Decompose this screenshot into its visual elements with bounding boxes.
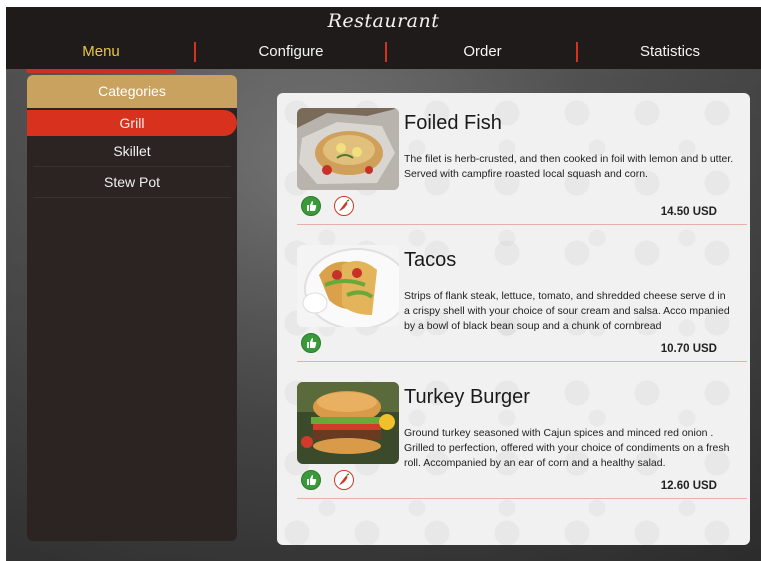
menu-item-price: 12.60 USD [660, 480, 717, 492]
menu-item-icons [301, 196, 363, 218]
tab-order[interactable]: Order [386, 35, 579, 69]
active-tab-indicator [26, 69, 176, 73]
tab-divider [576, 42, 578, 62]
foiled-fish-image [297, 108, 399, 190]
tab-statistics[interactable]: Statistics [579, 35, 761, 69]
tacos-image [297, 245, 399, 327]
category-item-stew-pot[interactable]: Stew Pot [33, 167, 231, 198]
menu-item-icons [301, 470, 363, 492]
menu-item-price: 14.50 USD [660, 206, 717, 218]
menu-item-description: Strips of flank steak, lettuce, tomato, … [404, 290, 730, 332]
title-bar: Restaurant [6, 7, 761, 35]
menu-item-price: 10.70 USD [660, 343, 717, 355]
menu-item-icons [301, 333, 330, 355]
category-sidebar: Categories Grill Skillet Stew Pot [27, 75, 237, 541]
categories-header: Categories [27, 75, 237, 108]
menu-item-description: The filet is herb-crusted, and then cook… [404, 153, 734, 180]
item-separator [297, 361, 747, 362]
menu-item-name: Tacos [404, 249, 457, 271]
category-item-skillet[interactable]: Skillet [33, 136, 231, 167]
menu-item-name: Turkey Burger [404, 386, 530, 408]
chili-pepper-icon[interactable] [334, 470, 355, 490]
thumbs-up-icon[interactable] [301, 470, 321, 490]
menu-list-panel: Foiled Fish The filet is herb-crusted, a… [277, 93, 750, 545]
tab-menu[interactable]: Menu [6, 35, 196, 69]
turkey-burger-image [297, 382, 399, 464]
chili-pepper-icon[interactable] [334, 196, 355, 216]
category-item-grill[interactable]: Grill [27, 110, 237, 136]
thumbs-up-icon[interactable] [301, 333, 321, 353]
thumbs-up-icon[interactable] [301, 196, 321, 216]
tab-configure[interactable]: Configure [196, 35, 386, 69]
restaurant-app: Restaurant Menu Configure Order Statisti… [6, 7, 761, 561]
nav-bar: Menu Configure Order Statistics [6, 35, 761, 69]
app-title: Restaurant [327, 10, 440, 32]
item-separator [297, 224, 747, 225]
item-separator [297, 498, 747, 499]
menu-item-name: Foiled Fish [404, 112, 502, 134]
menu-item-description: Ground turkey seasoned with Cajun spices… [404, 427, 730, 469]
